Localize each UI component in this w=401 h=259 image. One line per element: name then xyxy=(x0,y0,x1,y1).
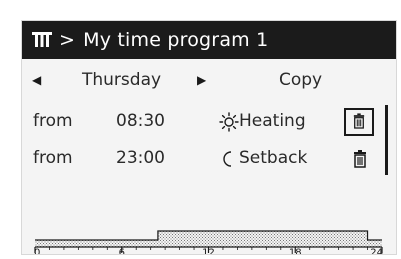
timeline-tick-label: 12 xyxy=(202,248,215,256)
previous-day-arrow-icon[interactable]: ◀ xyxy=(32,73,41,87)
day-label[interactable]: Thursday xyxy=(82,70,161,90)
time-program-screen: > My time program 1 ◀ Thursday ▶ Copy fr… xyxy=(21,20,397,255)
from-label: from xyxy=(33,148,73,168)
day-selector[interactable]: ◀ Thursday ▶ Copy xyxy=(22,67,396,95)
start-time[interactable]: 08:30 xyxy=(116,111,165,131)
mode-label[interactable]: Setback xyxy=(239,148,307,168)
period-row[interactable]: from 23:00 Setback xyxy=(22,145,396,173)
start-time[interactable]: 23:00 xyxy=(116,148,165,168)
menu-icon[interactable] xyxy=(32,32,52,48)
timeline-tick-label: 0 xyxy=(34,248,40,256)
day-timeline: 0 6 12 18 24 xyxy=(34,230,383,256)
delete-period-button[interactable] xyxy=(344,108,374,136)
period-row[interactable]: from 08:30 Heating xyxy=(22,108,396,136)
timeline-tick-label: 18 xyxy=(289,248,302,256)
page-title: My time program 1 xyxy=(83,29,269,51)
from-label: from xyxy=(33,111,73,131)
moon-icon xyxy=(223,151,232,167)
setback-period-fill xyxy=(35,240,158,247)
scrollbar[interactable] xyxy=(385,105,388,175)
copy-button[interactable]: Copy xyxy=(279,70,322,90)
next-day-arrow-icon[interactable]: ▶ xyxy=(197,73,206,87)
mode-label[interactable]: Heating xyxy=(239,111,306,131)
breadcrumb-separator: > xyxy=(59,29,76,51)
setback-period-fill xyxy=(367,240,382,247)
heating-period-fill xyxy=(157,231,368,247)
sun-icon xyxy=(219,112,239,132)
delete-period-button[interactable] xyxy=(350,149,370,171)
timeline-tick-label: 6 xyxy=(119,248,125,256)
timeline-tick-label: 24 xyxy=(370,248,383,256)
title-bar: > My time program 1 xyxy=(22,21,396,59)
